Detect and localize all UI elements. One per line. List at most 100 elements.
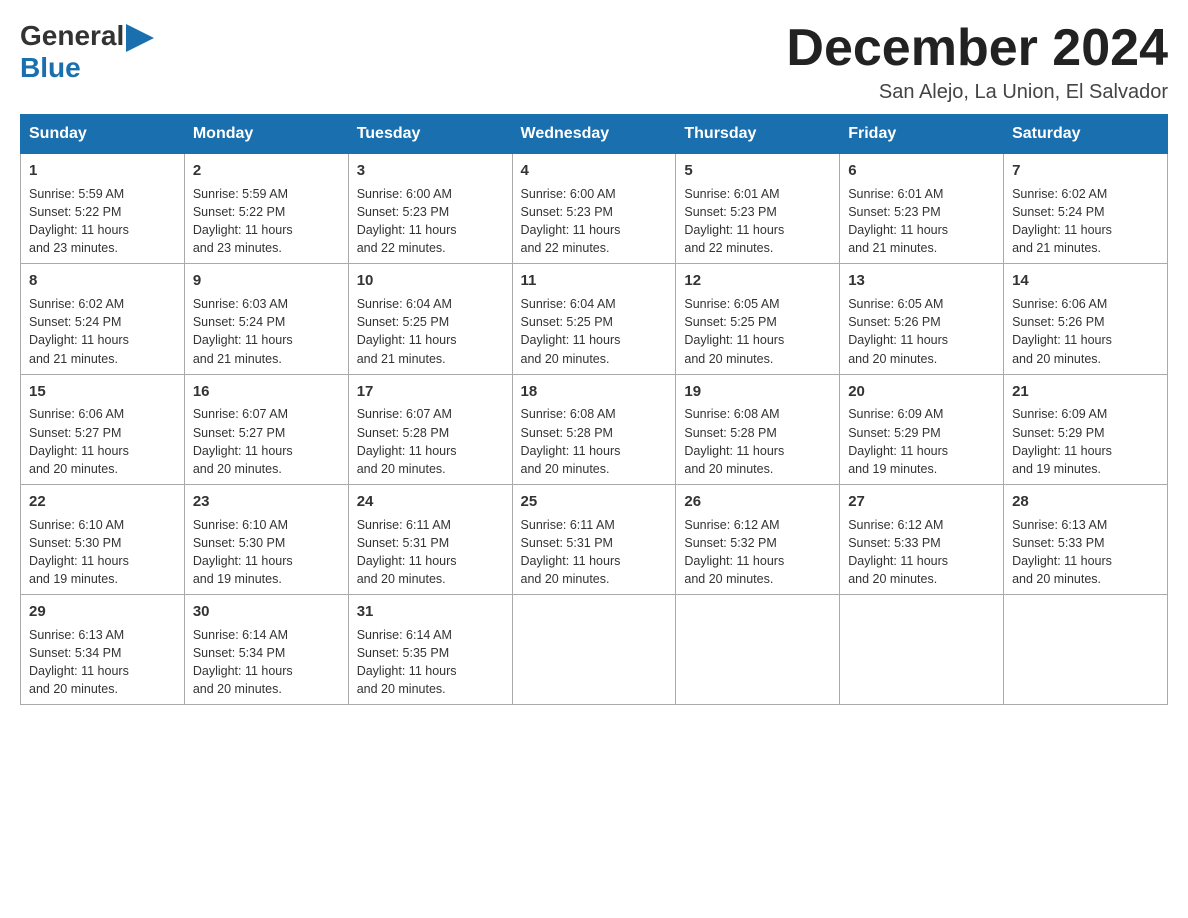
day-number: 10 xyxy=(357,270,504,292)
calendar-cell: 31 Sunrise: 6:14 AMSunset: 5:35 PMDayligh… xyxy=(348,595,512,705)
calendar-cell: 21Sunrise: 6:09 AMSunset: 5:29 PMDayligh… xyxy=(1004,374,1168,484)
day-number: 3 xyxy=(357,160,504,182)
cell-content: Sunrise: 6:08 AMSunset: 5:28 PMDaylight:… xyxy=(521,405,668,478)
logo-general-text: General xyxy=(20,20,124,52)
calendar-cell xyxy=(512,595,676,705)
cell-content: Sunrise: 6:10 AMSunset: 5:30 PMDaylight:… xyxy=(193,516,340,589)
weekday-header-friday: Friday xyxy=(840,115,1004,154)
day-number: 29 xyxy=(29,601,176,623)
calendar-cell: 9 Sunrise: 6:03 AMSunset: 5:24 PMDaylight… xyxy=(184,264,348,374)
cell-content: Sunrise: 6:04 AMSunset: 5:25 PMDaylight:… xyxy=(357,295,504,368)
calendar-cell: 24 Sunrise: 6:11 AMSunset: 5:31 PMDayligh… xyxy=(348,484,512,594)
day-number: 20 xyxy=(848,381,995,403)
day-number: 21 xyxy=(1012,381,1159,403)
day-number: 12 xyxy=(684,270,831,292)
calendar-table: SundayMondayTuesdayWednesdayThursdayFrid… xyxy=(20,114,1168,705)
cell-content: Sunrise: 6:10 AMSunset: 5:30 PMDaylight:… xyxy=(29,516,176,589)
cell-content: Sunrise: 6:09 AMSunset: 5:29 PMDaylight:… xyxy=(848,405,995,478)
calendar-week-row: 1 Sunrise: 5:59 AMSunset: 5:22 PMDaylight… xyxy=(21,154,1168,264)
calendar-cell xyxy=(840,595,1004,705)
calendar-cell: 16Sunrise: 6:07 AMSunset: 5:27 PMDayligh… xyxy=(184,374,348,484)
calendar-cell: 29Sunrise: 6:13 AMSunset: 5:34 PMDayligh… xyxy=(21,595,185,705)
calendar-cell: 28 Sunrise: 6:13 AMSunset: 5:33 PMDayligh… xyxy=(1004,484,1168,594)
calendar-cell: 1Sunrise: 5:59 AMSunset: 5:22 PMDaylight… xyxy=(21,154,185,264)
day-number: 15 xyxy=(29,381,176,403)
cell-content: Sunrise: 6:11 AMSunset: 5:31 PMDaylight:… xyxy=(521,516,668,589)
weekday-header-thursday: Thursday xyxy=(676,115,840,154)
day-number: 24 xyxy=(357,491,504,513)
day-number: 26 xyxy=(684,491,831,513)
day-number: 11 xyxy=(521,270,668,292)
calendar-cell: 22Sunrise: 6:10 AMSunset: 5:30 PMDayligh… xyxy=(21,484,185,594)
calendar-week-row: 15Sunrise: 6:06 AMSunset: 5:27 PMDayligh… xyxy=(21,374,1168,484)
calendar-cell: 7Sunrise: 6:02 AMSunset: 5:24 PMDaylight… xyxy=(1004,154,1168,264)
weekday-header-tuesday: Tuesday xyxy=(348,115,512,154)
logo-icon: General Blue xyxy=(20,20,154,84)
day-number: 1 xyxy=(29,160,176,182)
day-number: 8 xyxy=(29,270,176,292)
day-number: 16 xyxy=(193,381,340,403)
calendar-cell: 11 Sunrise: 6:04 AMSunset: 5:25 PMDayligh… xyxy=(512,264,676,374)
calendar-week-row: 29Sunrise: 6:13 AMSunset: 5:34 PMDayligh… xyxy=(21,595,1168,705)
day-number: 27 xyxy=(848,491,995,513)
day-number: 6 xyxy=(848,160,995,182)
cell-content: Sunrise: 6:14 AMSunset: 5:35 PMDaylight:… xyxy=(357,626,504,699)
day-number: 30 xyxy=(193,601,340,623)
calendar-cell xyxy=(1004,595,1168,705)
cell-content: Sunrise: 6:14 AMSunset: 5:34 PMDaylight:… xyxy=(193,626,340,699)
day-number: 25 xyxy=(521,491,668,513)
day-number: 2 xyxy=(193,160,340,182)
calendar-cell: 25 Sunrise: 6:11 AMSunset: 5:31 PMDayligh… xyxy=(512,484,676,594)
cell-content: Sunrise: 6:03 AMSunset: 5:24 PMDaylight:… xyxy=(193,295,340,368)
calendar-cell: 23 Sunrise: 6:10 AMSunset: 5:30 PMDayligh… xyxy=(184,484,348,594)
calendar-cell: 6 Sunrise: 6:01 AMSunset: 5:23 PMDaylight… xyxy=(840,154,1004,264)
cell-content: Sunrise: 6:01 AMSunset: 5:23 PMDaylight:… xyxy=(848,185,995,258)
cell-content: Sunrise: 6:04 AMSunset: 5:25 PMDaylight:… xyxy=(521,295,668,368)
day-number: 7 xyxy=(1012,160,1159,182)
calendar-cell: 8Sunrise: 6:02 AMSunset: 5:24 PMDaylight… xyxy=(21,264,185,374)
logo-blue-text: Blue xyxy=(20,52,81,84)
location-title: San Alejo, La Union, El Salvador xyxy=(786,81,1168,104)
cell-content: Sunrise: 6:12 AMSunset: 5:33 PMDaylight:… xyxy=(848,516,995,589)
cell-content: Sunrise: 5:59 AMSunset: 5:22 PMDaylight:… xyxy=(193,185,340,258)
cell-content: Sunrise: 6:00 AMSunset: 5:23 PMDaylight:… xyxy=(357,185,504,258)
month-title: December 2024 xyxy=(786,20,1168,77)
weekday-header-wednesday: Wednesday xyxy=(512,115,676,154)
weekday-header-saturday: Saturday xyxy=(1004,115,1168,154)
calendar-cell: 13 Sunrise: 6:05 AMSunset: 5:26 PMDayligh… xyxy=(840,264,1004,374)
page-header: General Blue December 2024 San Alejo, La… xyxy=(20,20,1168,104)
calendar-cell: 17Sunrise: 6:07 AMSunset: 5:28 PMDayligh… xyxy=(348,374,512,484)
calendar-cell: 27 Sunrise: 6:12 AMSunset: 5:33 PMDayligh… xyxy=(840,484,1004,594)
cell-content: Sunrise: 6:11 AMSunset: 5:31 PMDaylight:… xyxy=(357,516,504,589)
day-number: 13 xyxy=(848,270,995,292)
calendar-cell: 18Sunrise: 6:08 AMSunset: 5:28 PMDayligh… xyxy=(512,374,676,484)
calendar-cell: 5 Sunrise: 6:01 AMSunset: 5:23 PMDaylight… xyxy=(676,154,840,264)
day-number: 14 xyxy=(1012,270,1159,292)
day-number: 9 xyxy=(193,270,340,292)
logo: General Blue xyxy=(20,20,154,84)
weekday-header-monday: Monday xyxy=(184,115,348,154)
calendar-cell: 10 Sunrise: 6:04 AMSunset: 5:25 PMDayligh… xyxy=(348,264,512,374)
day-number: 31 xyxy=(357,601,504,623)
cell-content: Sunrise: 6:07 AMSunset: 5:27 PMDaylight:… xyxy=(193,405,340,478)
calendar-cell: 3 Sunrise: 6:00 AMSunset: 5:23 PMDaylight… xyxy=(348,154,512,264)
weekday-header-sunday: Sunday xyxy=(21,115,185,154)
calendar-cell xyxy=(676,595,840,705)
day-number: 28 xyxy=(1012,491,1159,513)
day-number: 23 xyxy=(193,491,340,513)
cell-content: Sunrise: 6:05 AMSunset: 5:26 PMDaylight:… xyxy=(848,295,995,368)
day-number: 5 xyxy=(684,160,831,182)
title-area: December 2024 San Alejo, La Union, El Sa… xyxy=(786,20,1168,104)
cell-content: Sunrise: 6:07 AMSunset: 5:28 PMDaylight:… xyxy=(357,405,504,478)
day-number: 17 xyxy=(357,381,504,403)
calendar-cell: 15Sunrise: 6:06 AMSunset: 5:27 PMDayligh… xyxy=(21,374,185,484)
cell-content: Sunrise: 6:13 AMSunset: 5:33 PMDaylight:… xyxy=(1012,516,1159,589)
cell-content: Sunrise: 6:12 AMSunset: 5:32 PMDaylight:… xyxy=(684,516,831,589)
calendar-cell: 26 Sunrise: 6:12 AMSunset: 5:32 PMDayligh… xyxy=(676,484,840,594)
cell-content: Sunrise: 6:05 AMSunset: 5:25 PMDaylight:… xyxy=(684,295,831,368)
day-number: 18 xyxy=(521,381,668,403)
calendar-cell: 19Sunrise: 6:08 AMSunset: 5:28 PMDayligh… xyxy=(676,374,840,484)
day-number: 19 xyxy=(684,381,831,403)
cell-content: Sunrise: 6:01 AMSunset: 5:23 PMDaylight:… xyxy=(684,185,831,258)
cell-content: Sunrise: 6:09 AMSunset: 5:29 PMDaylight:… xyxy=(1012,405,1159,478)
